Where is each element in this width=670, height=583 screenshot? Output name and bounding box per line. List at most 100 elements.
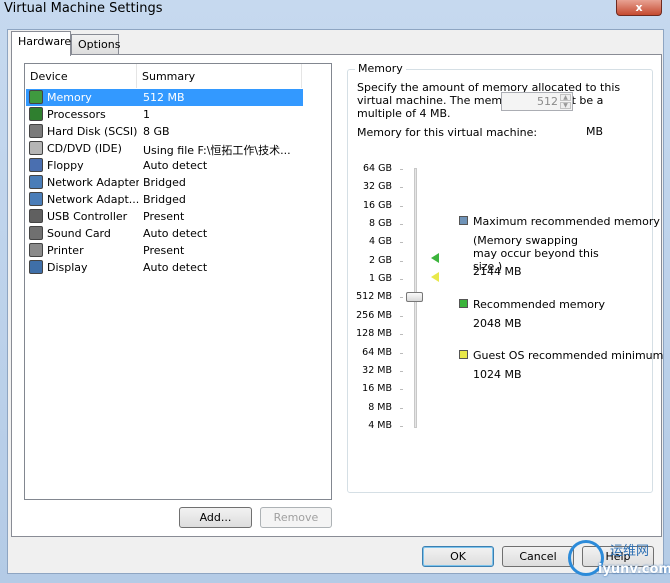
cancel-button[interactable]: Cancel <box>502 546 574 567</box>
device-row-0[interactable]: Memory 512 MB <box>26 89 303 106</box>
spinner-up-button[interactable]: ▲ <box>560 94 571 101</box>
network-adapter-icon <box>29 192 43 206</box>
legend-value: 2048 MB <box>473 317 522 330</box>
scale-tick <box>400 224 403 226</box>
device-row-7[interactable]: USB Controller Present <box>26 208 303 225</box>
scale-tick <box>400 370 403 372</box>
device-name: Processors <box>47 108 106 121</box>
legend-swatch <box>459 216 468 225</box>
scale-tick <box>400 315 403 317</box>
device-summary: 8 GB <box>143 125 170 138</box>
device-summary: Bridged <box>143 176 186 189</box>
add-button[interactable]: Add... <box>179 507 252 528</box>
scale-tick <box>400 297 403 299</box>
hardware-panel: Device Summary Memory 512 MB Processors 1 Ha… <box>11 54 662 537</box>
device-row-6[interactable]: Network Adapt... Bridged <box>26 191 303 208</box>
memory-icon <box>29 90 43 104</box>
usb-icon <box>29 209 43 223</box>
tab-options[interactable]: Options <box>71 34 121 55</box>
scale-tick <box>400 242 403 244</box>
tab-hardware-label: Hardware <box>18 35 72 48</box>
column-header-summary[interactable]: Summary <box>137 64 302 88</box>
memory-unit: MB <box>586 125 604 138</box>
scale-label: 8 GB <box>369 218 392 230</box>
ok-button-label: OK <box>450 550 466 563</box>
memory-spinner[interactable]: 512 ▲ ▼ <box>501 92 573 111</box>
scale-tick <box>400 279 403 281</box>
memory-value[interactable]: 512 <box>537 95 558 108</box>
scale-label: 256 MB <box>356 309 392 321</box>
device-name: Sound Card <box>47 227 111 240</box>
device-row-10[interactable]: Display Auto detect <box>26 259 303 276</box>
watermark-logo: 运维网 iyunv.com <box>566 538 670 580</box>
hard-disk-icon <box>29 124 43 138</box>
device-name: USB Controller <box>47 210 128 223</box>
dialog-window: Virtual Machine Settings x Hardware Opti… <box>0 0 670 583</box>
guest-minimum-marker-icon <box>431 272 439 282</box>
device-row-5[interactable]: Network Adapter Bridged <box>26 174 303 191</box>
device-summary: Auto detect <box>143 261 208 274</box>
tab-options-label: Options <box>78 38 121 51</box>
display-icon <box>29 260 43 274</box>
scale-label: 128 MB <box>356 328 392 340</box>
device-name: Hard Disk (SCSI) <box>47 125 138 138</box>
legend-label: Guest OS recommended minimum <box>473 349 664 362</box>
spinner-down-button[interactable]: ▼ <box>560 102 571 109</box>
scale-label: 32 MB <box>362 364 392 376</box>
close-button[interactable]: x <box>616 0 662 16</box>
device-name: Network Adapter <box>47 176 139 189</box>
scale-tick <box>400 205 403 207</box>
legend-swatch <box>459 299 468 308</box>
max-recommended-marker-icon <box>431 253 439 263</box>
watermark-text: 运维网 <box>610 544 650 559</box>
watermark-subtext: iyunv.com <box>598 562 670 577</box>
scale-label: 64 MB <box>362 346 392 358</box>
scale-label: 16 GB <box>363 199 392 211</box>
device-summary: 1 <box>143 108 150 121</box>
device-name: Printer <box>47 244 84 257</box>
device-name: Memory <box>47 91 92 104</box>
device-row-8[interactable]: Sound Card Auto detect <box>26 225 303 242</box>
scale-tick <box>400 334 403 336</box>
scale-tick <box>400 187 403 189</box>
close-icon: x <box>635 1 643 14</box>
memory-description: Specify the amount of memory allocated t… <box>357 81 621 120</box>
scale-tick <box>400 352 403 354</box>
scale-tick <box>400 425 403 427</box>
device-summary: Auto detect <box>143 227 208 240</box>
scale-label: 32 GB <box>363 181 392 193</box>
scale-label: 4 MB <box>368 419 392 431</box>
device-name: Display <box>47 261 88 274</box>
tab-hardware[interactable]: Hardware <box>11 31 71 56</box>
legend-value: 1024 MB <box>473 368 522 381</box>
device-row-4[interactable]: Floppy Auto detect <box>26 157 303 174</box>
device-row-1[interactable]: Processors 1 <box>26 106 303 123</box>
memory-slider-thumb[interactable] <box>406 292 423 303</box>
sound-card-icon <box>29 226 43 240</box>
device-summary: 512 MB <box>143 91 185 104</box>
scale-label: 8 MB <box>368 401 392 413</box>
device-name: CD/DVD (IDE) <box>47 142 122 155</box>
device-row-9[interactable]: Printer Present <box>26 242 303 259</box>
device-list[interactable]: Device Summary Memory 512 MB Processors 1 Ha… <box>24 63 332 500</box>
remove-button-label: Remove <box>273 511 319 524</box>
device-row-2[interactable]: Hard Disk (SCSI) 8 GB <box>26 123 303 140</box>
device-name: Floppy <box>47 159 84 172</box>
scale-label: 2 GB <box>369 254 392 266</box>
remove-button[interactable]: Remove <box>260 507 332 528</box>
scale-label: 1 GB <box>369 273 392 285</box>
memory-field-label: Memory for this virtual machine: <box>357 126 538 139</box>
legend-label: Recommended memory <box>473 298 606 311</box>
processor-icon <box>29 107 43 121</box>
memory-group-title: Memory <box>355 62 406 75</box>
device-summary: Bridged <box>143 193 186 206</box>
device-summary: Auto detect <box>143 159 208 172</box>
ok-button[interactable]: OK <box>422 546 494 567</box>
legend-swatch <box>459 350 468 359</box>
cancel-button-label: Cancel <box>519 550 557 563</box>
scale-label: 64 GB <box>363 163 392 174</box>
add-button-label: Add... <box>199 511 232 524</box>
device-row-3[interactable]: CD/DVD (IDE) Using file F:\恒拓工作\技术... <box>26 140 303 157</box>
column-header-device[interactable]: Device <box>25 64 137 88</box>
scale-tick <box>400 407 403 409</box>
